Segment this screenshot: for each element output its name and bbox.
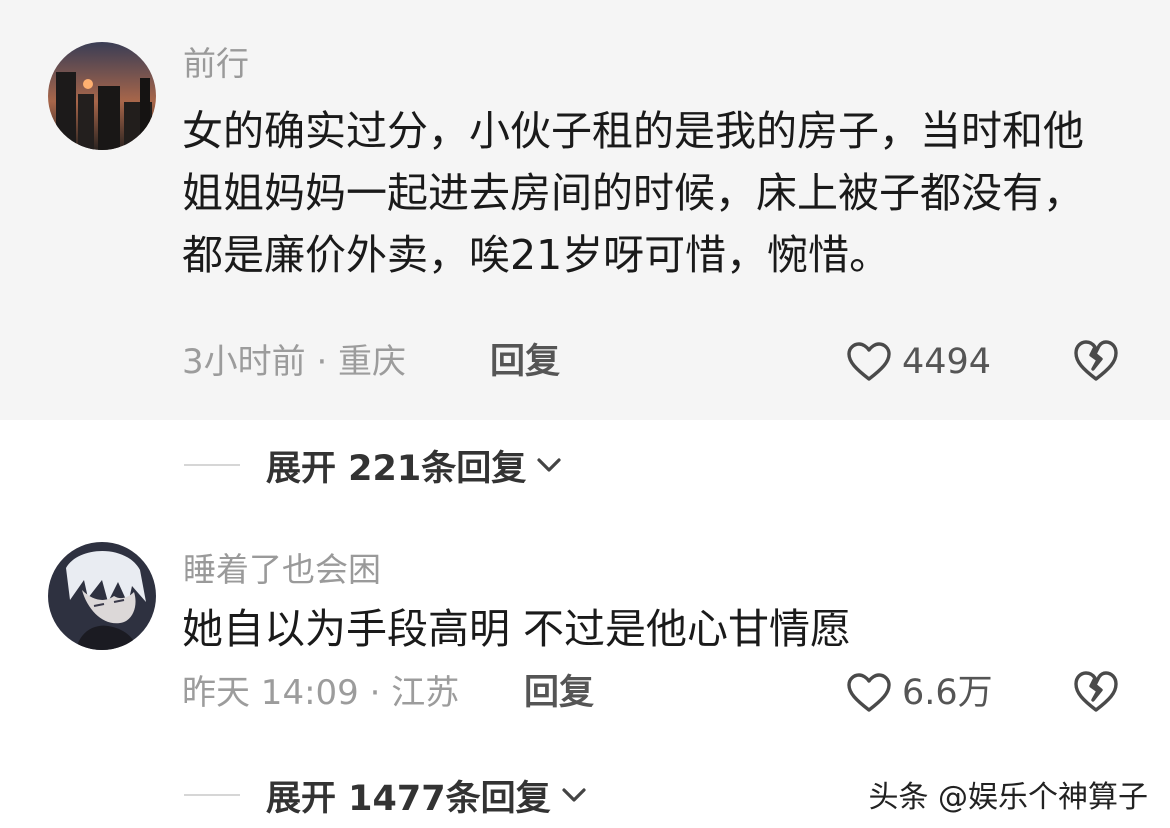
comment-text: 女的确实过分，小伙子租的是我的房子，当时和他姐姐妈妈一起进去房间的时候，床上被子… [182, 107, 1084, 279]
broken-heart-icon [1074, 671, 1118, 712]
dislike-button[interactable] [1072, 338, 1120, 384]
comment-text: 她自以为手段高明 不过是他心甘情愿 [182, 605, 852, 653]
comment-meta: 3小时前 · 重庆 [182, 342, 407, 382]
reply-button[interactable]: 回复 [524, 673, 594, 713]
comment-item: 睡着了也会困 她自以为手段高明 不过是他心甘情愿 昨天 14:09 · 江苏 回… [0, 528, 1170, 728]
chevron-down-icon [562, 788, 586, 802]
dislike-button[interactable] [1072, 669, 1120, 715]
expand-replies-label: 展开 1477条回复 [266, 778, 551, 819]
expand-replies[interactable]: 展开 1477条回复 [184, 770, 589, 820]
avatar-image [48, 42, 156, 150]
comment-meta: 昨天 14:09 · 江苏 [182, 673, 460, 713]
comment-item: 前行 女的确实过分，小伙子租的是我的房子，当时和他姐姐妈妈一起进去房间的时候，床… [0, 0, 1170, 420]
like-button[interactable]: 6.6万 [846, 671, 993, 715]
divider-line [184, 794, 240, 796]
expand-replies[interactable]: 展开 221条回复 [184, 440, 564, 490]
heart-outline-icon [847, 673, 891, 712]
like-count: 4494 [902, 342, 992, 382]
avatar-image [48, 542, 156, 650]
broken-heart-icon [1074, 340, 1118, 381]
username[interactable]: 睡着了也会困 [183, 550, 381, 590]
watermark: 头条 @娱乐个神算子 [868, 780, 1148, 815]
heart-outline-icon [847, 342, 891, 381]
avatar[interactable] [48, 542, 156, 650]
divider-line [184, 464, 240, 466]
chevron-down-icon [537, 458, 561, 472]
avatar[interactable] [48, 42, 156, 150]
expand-replies-label: 展开 221条回复 [266, 448, 527, 489]
like-count: 6.6万 [902, 673, 993, 713]
reply-button[interactable]: 回复 [490, 342, 560, 382]
username[interactable]: 前行 [183, 44, 249, 84]
like-button[interactable]: 4494 [846, 340, 991, 384]
